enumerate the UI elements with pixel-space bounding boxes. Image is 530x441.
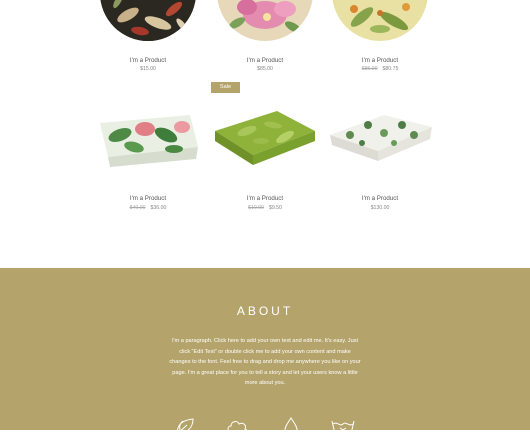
price-original: $10.00: [248, 205, 264, 211]
product-price: $10.00 $9.50: [207, 205, 323, 211]
price-current: $85.00: [257, 66, 273, 72]
price-current: $9.50: [268, 205, 282, 211]
drop-icon: [278, 416, 304, 436]
sale-badge: Sale: [211, 82, 240, 93]
product-price: $40.00 $36.00: [90, 205, 206, 211]
product-image-green-blanket[interactable]: [207, 95, 323, 189]
product-image-palm-blanket[interactable]: [322, 95, 438, 189]
product-name[interactable]: I'm a Product: [207, 195, 323, 202]
about-section: ABOUT I'm a paragraph. Click here to add…: [0, 268, 530, 436]
product-price: $15.00: [90, 66, 206, 72]
price-current: $36.00: [150, 205, 167, 211]
product-name[interactable]: I'm a Product: [207, 57, 323, 64]
price-original: $40.00: [129, 205, 146, 211]
product-price: $85.00: [207, 66, 323, 72]
price-current: $80.75: [382, 66, 399, 72]
price-current: $15.00: [140, 66, 156, 72]
wash-icon: [330, 416, 356, 436]
product-gallery: I'm a Product $15.00 I'm a Product $85.0…: [0, 0, 530, 268]
product-price: $85.00 $80.75: [322, 66, 438, 72]
about-paragraph: I'm a paragraph. Click here to add your …: [169, 338, 361, 386]
product-name[interactable]: I'm a Product: [322, 195, 438, 202]
product-name[interactable]: I'm a Product: [90, 57, 206, 64]
about-title: ABOUT: [236, 304, 294, 318]
product-name[interactable]: I'm a Product: [322, 57, 438, 64]
price-current: $130.00: [370, 205, 390, 211]
product-image-pink-floral[interactable]: [217, 0, 313, 41]
cloud-icon: [225, 416, 251, 436]
price-original: $85.00: [361, 66, 378, 72]
product-name[interactable]: I'm a Product: [90, 195, 206, 202]
product-image-dark-floral[interactable]: [100, 0, 196, 41]
product-image-tropical-blanket[interactable]: [90, 95, 206, 189]
product-price: $130.00: [322, 205, 438, 211]
leaf-icon: [173, 416, 199, 436]
product-image-green-botanical[interactable]: [332, 0, 428, 41]
